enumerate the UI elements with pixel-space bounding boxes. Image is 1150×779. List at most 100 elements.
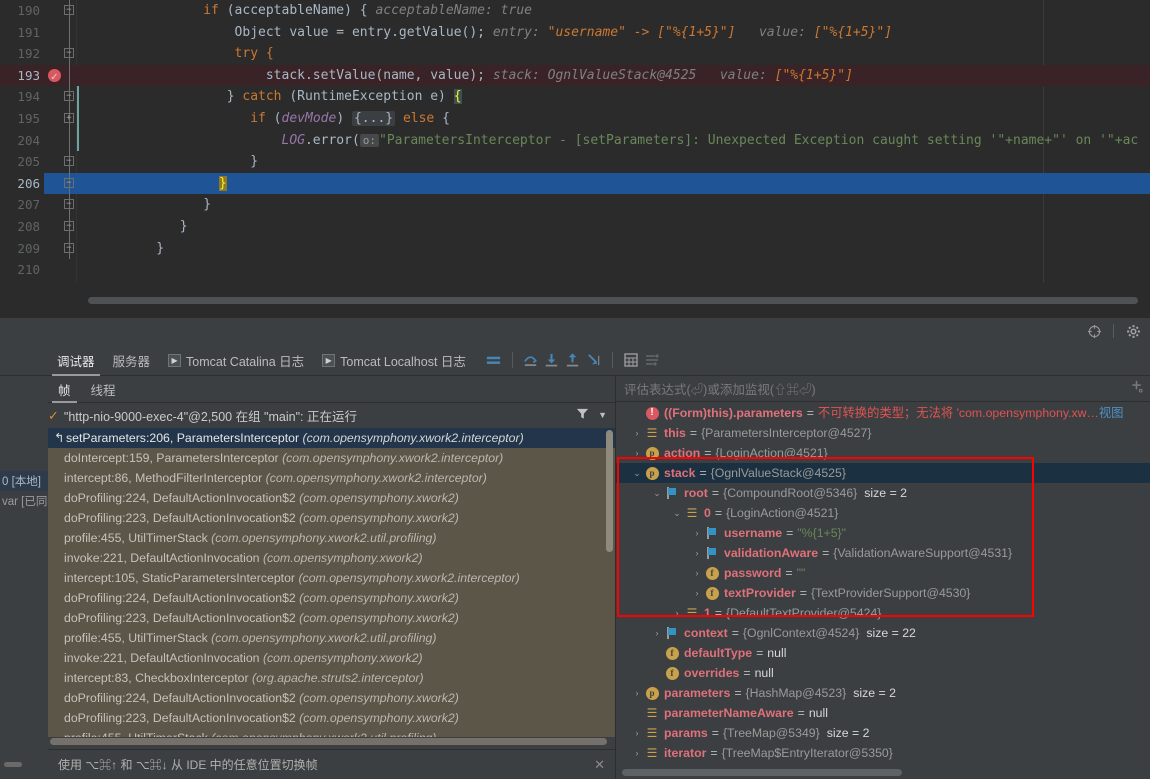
frame-row[interactable]: doProfiling:224, DefaultActionInvocation…: [48, 588, 615, 608]
gutter[interactable]: −: [52, 215, 86, 238]
variable-row[interactable]: ⌄ root = {CompoundRoot@5346} size = 2: [616, 483, 1150, 503]
force-step-into-icon[interactable]: [585, 351, 603, 369]
code-line[interactable]: 207 − }: [0, 194, 1150, 216]
frames-vertical-scrollbar[interactable]: [606, 430, 613, 552]
variable-row[interactable]: › username = "%{1+5}": [616, 523, 1150, 543]
fold-collapse-icon[interactable]: −: [63, 199, 74, 210]
tree-arrow[interactable]: ›: [650, 623, 664, 643]
variable-row[interactable]: ☰ parameterNameAware = null: [616, 703, 1150, 723]
layout-settings-icon[interactable]: [643, 351, 661, 369]
variable-row[interactable]: › ☰ this = {ParametersInterceptor@4527}: [616, 423, 1150, 443]
tree-arrow[interactable]: ›: [670, 603, 684, 623]
code-line[interactable]: 210: [0, 259, 1150, 281]
show-execution-point-icon[interactable]: [485, 351, 503, 369]
fold-collapse-icon[interactable]: −: [63, 5, 74, 15]
variable-row[interactable]: › ☰ iterator = {TreeMap$EntryIterator@53…: [616, 743, 1150, 763]
frame-row[interactable]: doProfiling:223, DefaultActionInvocation…: [48, 608, 615, 628]
tab-debugger[interactable]: 调试器: [48, 345, 104, 376]
gutter[interactable]: [52, 259, 86, 281]
tab-frames[interactable]: 帧: [48, 376, 81, 403]
view-link[interactable]: 视图: [1099, 403, 1124, 423]
variable-row-selected[interactable]: ⌄ p stack = {OgnlValueStack@4525}: [616, 463, 1150, 483]
frame-row[interactable]: doProfiling:224, DefaultActionInvocation…: [48, 488, 615, 508]
code-line[interactable]: 192 − try {: [0, 43, 1150, 65]
tree-arrow[interactable]: ›: [690, 583, 704, 603]
frame-row[interactable]: profile:455, UtilTimerStack (com.opensym…: [48, 528, 615, 548]
fold-collapse-icon[interactable]: −: [63, 242, 74, 253]
gutter[interactable]: −: [52, 0, 86, 22]
frame-row[interactable]: doProfiling:223, DefaultActionInvocation…: [48, 508, 615, 528]
gutter[interactable]: [52, 21, 86, 44]
tab-tomcat-catalina-log[interactable]: ▶ Tomcat Catalina 日志: [159, 345, 313, 376]
code-line[interactable]: 204 LOG.error(o: "ParametersInterceptor -…: [0, 129, 1150, 152]
gutter[interactable]: +: [52, 107, 86, 130]
variable-row[interactable]: › ☰ 1 = {DefaultTextProvider@5424}: [616, 603, 1150, 623]
tree-arrow[interactable]: ›: [690, 543, 704, 563]
frame-row[interactable]: doProfiling:224, DefaultActionInvocation…: [48, 688, 615, 708]
step-into-icon[interactable]: [543, 351, 561, 369]
variable-row[interactable]: › f textProvider = {TextProviderSupport@…: [616, 583, 1150, 603]
frames-horizontal-scrollbar[interactable]: [50, 738, 607, 745]
tree-arrow[interactable]: ›: [690, 563, 704, 583]
tab-threads[interactable]: 线程: [81, 376, 126, 403]
fold-expand-icon[interactable]: +: [63, 112, 74, 123]
call-stack-list[interactable]: ↰ setParameters:206, ParametersIntercepto…: [48, 428, 615, 737]
variable-row[interactable]: ⌄ ☰ 0 = {LoginAction@4521}: [616, 503, 1150, 523]
crosshair-target-icon[interactable]: [1085, 322, 1103, 340]
code-line[interactable]: 191 Object value = entry.getValue(); ent…: [0, 21, 1150, 44]
tree-arrow[interactable]: ›: [630, 423, 644, 443]
gutter[interactable]: −: [52, 194, 86, 216]
code-line[interactable]: 190 − if (acceptableName) { acceptableNa…: [0, 0, 1150, 22]
edge-label-local[interactable]: 0 [本地]: [0, 471, 48, 491]
tree-arrow[interactable]: ›: [630, 443, 644, 463]
tree-arrow[interactable]: ›: [630, 723, 644, 743]
frame-row[interactable]: intercept:105, StaticParametersIntercept…: [48, 568, 615, 588]
editor-horizontal-scrollbar[interactable]: [88, 297, 1138, 304]
variable-row[interactable]: › ☰ params = {TreeMap@5349} size = 2: [616, 723, 1150, 743]
variable-row[interactable]: f defaultType = null: [616, 643, 1150, 663]
code-editor[interactable]: 190 − if (acceptableName) { acceptableNa…: [0, 0, 1150, 318]
gutter[interactable]: −: [52, 237, 86, 260]
fold-collapse-icon[interactable]: −: [63, 91, 74, 102]
frame-row[interactable]: ↰ setParameters:206, ParametersIntercepto…: [48, 428, 615, 448]
fold-collapse-icon[interactable]: −: [63, 156, 74, 167]
variable-row[interactable]: › f password = "": [616, 563, 1150, 583]
frame-row[interactable]: intercept:83, CheckboxInterceptor (org.a…: [48, 668, 615, 688]
variable-row[interactable]: › p parameters = {HashMap@4523} size = 2: [616, 683, 1150, 703]
step-over-icon[interactable]: [522, 351, 540, 369]
breakpoint-icon[interactable]: [48, 66, 61, 87]
frame-row[interactable]: doIntercept:159, ParametersInterceptor (…: [48, 448, 615, 468]
filter-icon[interactable]: [576, 407, 589, 423]
folded-block[interactable]: {...}: [351, 110, 396, 126]
frame-row[interactable]: doProfiling:223, DefaultActionInvocation…: [48, 708, 615, 728]
gutter[interactable]: [52, 129, 86, 152]
evaluate-expression-input[interactable]: 评估表达式(⏎)或添加监视(⇧⌘⏎): [616, 376, 1150, 402]
fold-collapse-icon[interactable]: −: [63, 220, 74, 231]
edge-scrollbar[interactable]: [4, 762, 22, 767]
code-line[interactable]: 194 − } catch (RuntimeException e) {: [0, 86, 1150, 108]
code-line-breakpoint[interactable]: 193 stack.setValue(name, value); stack: …: [0, 64, 1150, 87]
step-out-icon[interactable]: [564, 351, 582, 369]
code-line-current[interactable]: 206 − }: [0, 172, 1150, 195]
variables-tree[interactable]: ! ((Form)this).parameters = 不可转换的类型；无法将 …: [616, 403, 1150, 779]
tree-arrow-expanded[interactable]: ⌄: [670, 503, 684, 523]
fold-collapse-icon[interactable]: −: [63, 177, 74, 188]
code-line[interactable]: 205 − }: [0, 151, 1150, 173]
variable-row[interactable]: › context = {OgnlContext@4524} size = 22: [616, 623, 1150, 643]
tree-arrow-expanded[interactable]: ⌄: [630, 463, 644, 483]
frame-row[interactable]: profile:455, UtilTimerStack (com.opensym…: [48, 628, 615, 648]
code-line[interactable]: 195 + if (devMode) {...} else {: [0, 107, 1150, 130]
edge-label-var[interactable]: var [已同: [0, 493, 48, 509]
variables-horizontal-scrollbar[interactable]: [622, 769, 902, 776]
tree-arrow[interactable]: ›: [630, 683, 644, 703]
variable-row[interactable]: f overrides = null: [616, 663, 1150, 683]
chevron-down-icon[interactable]: ▼: [598, 410, 607, 420]
frame-row[interactable]: invoke:221, DefaultActionInvocation (com…: [48, 648, 615, 668]
variable-row[interactable]: › validationAware = {ValidationAwareSupp…: [616, 543, 1150, 563]
code-line[interactable]: 209 − }: [0, 237, 1150, 260]
frame-row[interactable]: invoke:221, DefaultActionInvocation (com…: [48, 548, 615, 568]
close-icon[interactable]: ✕: [594, 757, 605, 773]
gutter[interactable]: −: [52, 172, 86, 195]
tab-server[interactable]: 服务器: [104, 345, 160, 376]
tab-tomcat-localhost-log[interactable]: ▶ Tomcat Localhost 日志: [313, 345, 475, 376]
